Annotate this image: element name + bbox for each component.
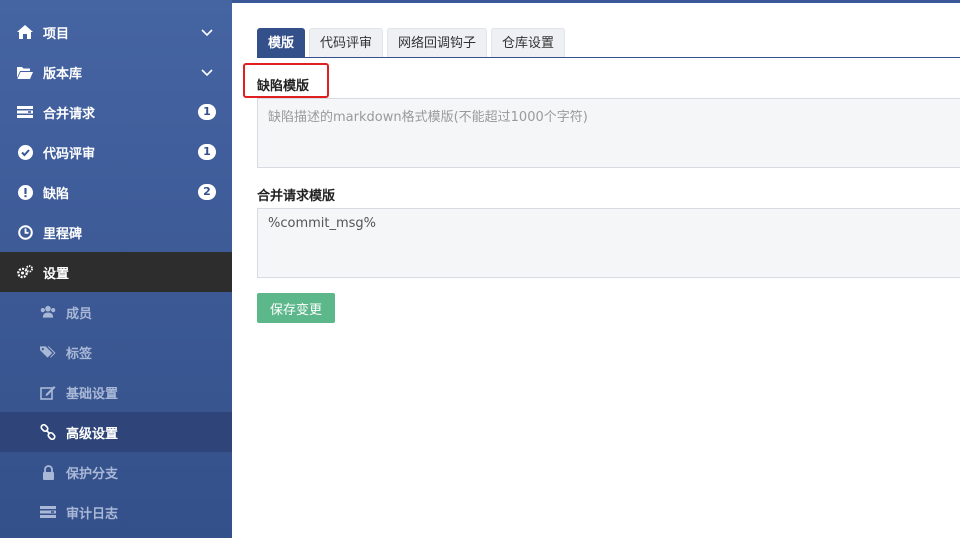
- save-changes-button[interactable]: 保存变更: [257, 293, 335, 323]
- defect-template-label: 缺陷模版: [257, 79, 310, 94]
- sidebar-item-label: 缺陷: [43, 186, 70, 202]
- sidebar-item-label: 项目: [43, 26, 70, 42]
- sidebar-subitem-basic-settings[interactable]: 基础设置: [0, 372, 232, 412]
- edit-icon: [40, 384, 56, 400]
- defect-template-input[interactable]: [257, 98, 960, 168]
- sidebar-item-project[interactable]: 项目: [0, 12, 232, 52]
- sidebar-subitem-members[interactable]: 成员: [0, 292, 232, 332]
- sidebar-subitem-label: 成员: [66, 306, 93, 322]
- list-icon: [40, 504, 56, 520]
- home-icon: [17, 24, 33, 40]
- tab-underline: [257, 57, 960, 58]
- sidebar-item-milestone[interactable]: 里程碑: [0, 212, 232, 252]
- sidebar-subitem-label: 基础设置: [66, 386, 119, 402]
- check-circle-icon: [17, 144, 33, 160]
- users-icon: [40, 304, 56, 320]
- sidebar-item-code-review[interactable]: 代码评审 1: [0, 132, 232, 172]
- tags-icon: [40, 344, 56, 360]
- tab-template[interactable]: 模版: [257, 28, 306, 57]
- sidebar-item-repository[interactable]: 版本库: [0, 52, 232, 92]
- sidebar-subitem-audit-log[interactable]: 审计日志: [0, 492, 232, 532]
- sidebar-item-merge-request[interactable]: 合并请求 1: [0, 92, 232, 132]
- tab-code-review[interactable]: 代码评审: [309, 28, 384, 57]
- sidebar-item-label: 版本库: [43, 66, 83, 82]
- tab-webhook[interactable]: 网络回调钩子: [387, 28, 488, 57]
- chevron-down-icon: [200, 65, 214, 79]
- sidebar: 项目 版本库 合并请求 1 代码评审 1 缺陷 2 里程碑 设置 成员 标签 基…: [0, 0, 232, 538]
- sidebar-item-settings[interactable]: 设置: [0, 252, 232, 292]
- link-icon: [40, 424, 56, 440]
- sidebar-subitem-tags[interactable]: 标签: [0, 332, 232, 372]
- folder-open-icon: [17, 64, 33, 80]
- sidebar-item-label: 里程碑: [43, 226, 83, 242]
- sidebar-item-label: 代码评审: [43, 146, 96, 162]
- sidebar-subitem-label: 标签: [66, 346, 93, 362]
- sidebar-item-label: 设置: [43, 266, 70, 282]
- lock-icon: [40, 464, 56, 480]
- settings-tabs: 模版 代码评审 网络回调钩子 仓库设置: [257, 28, 569, 58]
- sidebar-subitem-protected-branch[interactable]: 保护分支: [0, 452, 232, 492]
- sidebar-subitem-advanced-settings[interactable]: 高级设置: [0, 412, 232, 452]
- sidebar-item-label: 合并请求: [43, 106, 96, 122]
- tab-repository-settings[interactable]: 仓库设置: [491, 28, 566, 57]
- gears-icon: [17, 264, 33, 280]
- count-badge: 1: [198, 144, 216, 160]
- merge-request-template-input[interactable]: %commit_msg%: [257, 208, 960, 278]
- top-border: [232, 0, 960, 3]
- chevron-down-icon: [200, 25, 214, 39]
- sidebar-subitem-label: 保护分支: [66, 466, 119, 482]
- sidebar-subitem-label: 高级设置: [66, 426, 119, 442]
- merge-request-icon: [17, 104, 33, 120]
- sidebar-item-defect[interactable]: 缺陷 2: [0, 172, 232, 212]
- count-badge: 2: [198, 184, 216, 200]
- clock-icon: [17, 224, 33, 240]
- count-badge: 1: [198, 104, 216, 120]
- exclamation-circle-icon: [17, 184, 33, 200]
- merge-request-template-label: 合并请求模版: [257, 189, 336, 204]
- sidebar-subitem-label: 审计日志: [66, 506, 119, 522]
